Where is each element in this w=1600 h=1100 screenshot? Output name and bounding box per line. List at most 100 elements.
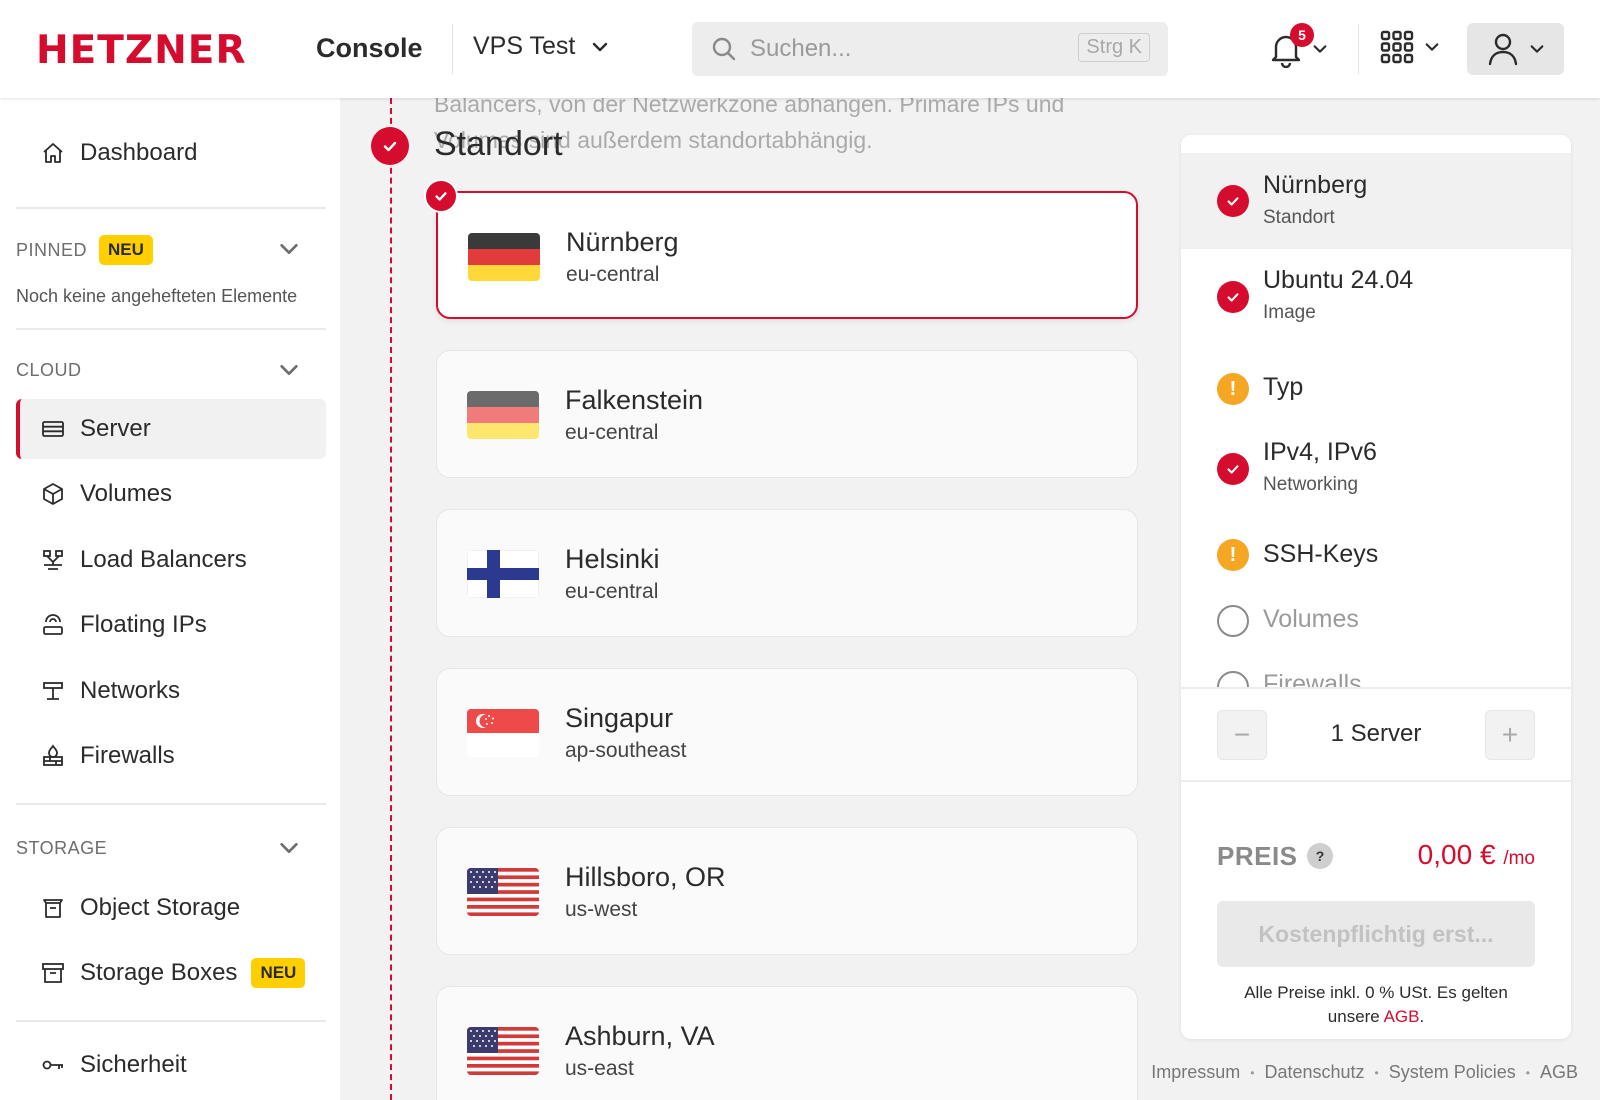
location-city: Helsinki (565, 544, 660, 574)
summary-step-location[interactable]: Nürnberg Standort (1181, 153, 1571, 249)
sidebar-item-label: Dashboard (80, 139, 198, 166)
order-button[interactable]: Kostenpflichtig erst... (1217, 901, 1535, 967)
location-card-helsinki[interactable]: Helsinki eu-central (436, 509, 1138, 637)
storage-section-title[interactable]: STORAGE (16, 838, 107, 859)
header-divider (1358, 24, 1359, 74)
sidebar-item-label: Server (80, 415, 151, 442)
location-city: Falkenstein (565, 385, 704, 415)
price-label: PREIS (1217, 841, 1298, 871)
cube-icon (40, 481, 66, 507)
location-city: Nürnberg (566, 227, 679, 257)
hetzner-logo[interactable]: HETZNER (36, 28, 246, 73)
footer-link-impressum[interactable]: Impressum (1151, 1062, 1240, 1083)
location-zone: us-east (565, 1057, 634, 1080)
summary-step-subtitle: Standort (1263, 207, 1335, 228)
price-amount: 0,00 € (1417, 839, 1496, 870)
footer-link-agb[interactable]: AGB (1540, 1062, 1578, 1083)
key-icon (40, 1052, 66, 1078)
location-card-nuernberg[interactable]: Nürnberg eu-central (424, 179, 1138, 319)
increment-button[interactable]: + (1485, 710, 1535, 760)
location-card-falkenstein[interactable]: Falkenstein eu-central (436, 350, 1138, 478)
sidebar-item-firewalls[interactable]: Firewalls (16, 726, 326, 786)
location-city: Ashburn, VA (565, 1021, 715, 1051)
location-card-singapur[interactable]: Singapur ap-southeast (436, 668, 1138, 796)
sidebar-item-label: Volumes (80, 480, 173, 507)
grid-icon (1380, 30, 1414, 64)
sidebar-item-label: Firewalls (80, 742, 175, 769)
summary-steps-list: Nürnberg Standort Ubuntu 24.04 Image ! T… (1181, 153, 1571, 687)
summary-step-title: Typ (1263, 373, 1304, 401)
location-card-hillsboro[interactable]: Hillsboro, OR us-west (436, 827, 1138, 955)
location-zone: us-west (565, 898, 638, 921)
chevron-down-icon[interactable] (278, 359, 300, 381)
cloud-section-title[interactable]: CLOUD (16, 360, 82, 381)
footer-link-system-policies[interactable]: System Policies (1389, 1062, 1516, 1083)
agb-link[interactable]: AGB (1384, 1007, 1420, 1026)
location-city: Singapur (565, 703, 674, 733)
home-icon (40, 140, 66, 166)
location-zone: ap-southeast (565, 739, 687, 762)
section-label: PINNED (16, 239, 88, 260)
decrement-button[interactable]: − (1217, 710, 1267, 760)
sidebar-item-label: Object Storage (80, 894, 241, 921)
sidebar-item-server[interactable]: Server (16, 399, 326, 459)
sidebar-item-storage-boxes[interactable]: Storage Boxes NEU (16, 943, 326, 1003)
germany-flag-icon (467, 391, 539, 439)
sidebar-item-dashboard[interactable]: Dashboard (16, 123, 326, 183)
chevron-down-icon[interactable] (278, 238, 300, 260)
sidebar-item-volumes[interactable]: Volumes (16, 464, 326, 524)
sidebar-item-load-balancers[interactable]: Load Balancers (16, 530, 326, 590)
price-value: 0,00 € /mo (1418, 839, 1535, 871)
finland-flag-icon (467, 550, 539, 598)
sidebar-item-networks[interactable]: Networks (16, 661, 326, 721)
location-city: Hillsboro, OR (565, 862, 726, 892)
search-bar[interactable]: Suchen... Strg K (692, 22, 1168, 76)
sidebar-item-label: Networks (80, 677, 181, 704)
selected-check-icon (424, 179, 458, 213)
check-circle-icon (1217, 281, 1249, 313)
section-label: CLOUD (16, 360, 82, 380)
pinned-section-title[interactable]: PINNED NEU (16, 235, 153, 265)
network-icon (40, 678, 66, 704)
location-card-ashburn[interactable]: Ashburn, VA us-east (436, 986, 1138, 1100)
archive-icon (40, 960, 66, 986)
vat-note: Alle Preise inkl. 0 % USt. Es gelten uns… (1217, 981, 1535, 1029)
footer-link-datenschutz[interactable]: Datenschutz (1264, 1062, 1364, 1083)
sidebar-item-label: Floating IPs (80, 611, 207, 638)
summary-step-networking[interactable]: IPv4, IPv6 Networking (1181, 411, 1571, 507)
sidebar-item-label: Sicherheit (80, 1051, 187, 1078)
help-icon[interactable]: ? (1307, 843, 1333, 869)
summary-step-subtitle: Image (1263, 302, 1316, 323)
summary-step-subtitle: Networking (1263, 474, 1359, 495)
germany-flag-icon (468, 233, 540, 281)
intro-line: Balancers, von der Netzwerkzone abhängen… (434, 98, 1065, 117)
project-name: VPS Test (473, 32, 576, 60)
sidebar-item-security[interactable]: Sicherheit (16, 1035, 326, 1095)
footer-separator: • (1250, 1065, 1255, 1080)
notifications-button[interactable]: 5 (1268, 23, 1338, 71)
chevron-down-icon (1425, 43, 1439, 51)
check-circle-icon (1217, 185, 1249, 217)
section-label: STORAGE (16, 838, 108, 858)
summary-step-firewalls[interactable]: Firewalls (1181, 639, 1571, 687)
chevron-down-icon[interactable] (278, 837, 300, 859)
sidebar-item-object-storage[interactable]: Object Storage (16, 878, 326, 938)
summary-step-title: Nürnberg (1263, 171, 1368, 199)
usa-flag-icon (467, 1027, 539, 1075)
notification-count-badge: 5 (1290, 23, 1314, 47)
user-menu-button[interactable] (1467, 23, 1564, 75)
pinned-empty-text: Noch keine angehefteten Elemente (16, 286, 298, 306)
apps-menu-button[interactable] (1380, 30, 1440, 64)
summary-step-title: Ubuntu 24.04 (1263, 266, 1414, 294)
server-count-stepper: − 1 Server + (1217, 710, 1535, 760)
footer-separator: • (1525, 1065, 1530, 1080)
chevron-down-icon (1530, 45, 1543, 53)
sidebar-item-floating-ips[interactable]: Floating IPs (16, 595, 326, 655)
search-placeholder: Suchen... (750, 35, 852, 62)
price-row: PREIS ? 0,00 € /mo (1217, 837, 1535, 877)
project-switcher[interactable]: VPS Test (473, 32, 609, 61)
sidebar-divider (16, 1020, 326, 1022)
summary-step-image[interactable]: Ubuntu 24.04 Image (1181, 249, 1571, 345)
floating-ip-icon (40, 612, 66, 638)
sidebar-divider (16, 803, 326, 805)
